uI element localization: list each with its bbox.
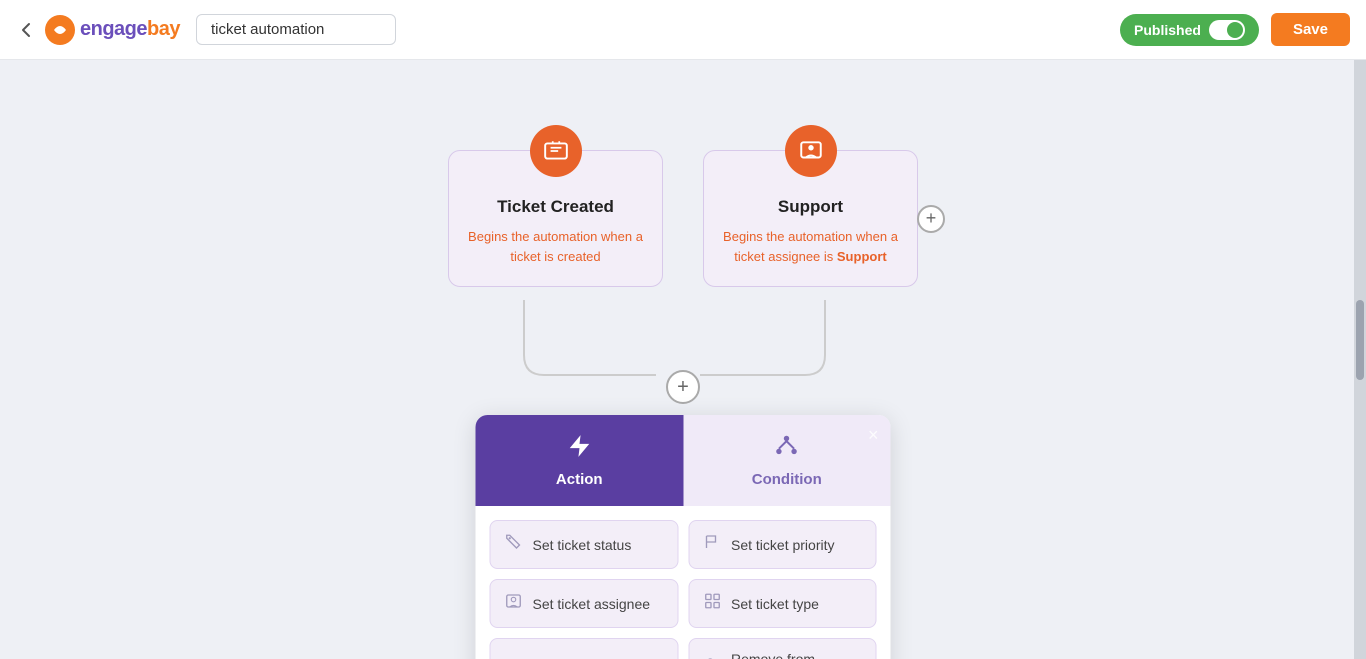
ticket-created-icon-wrap <box>530 125 582 177</box>
header-right: Published Save <box>1120 13 1350 46</box>
action-item-add-to-sequence[interactable]: Add to sequence <box>490 638 679 659</box>
action-item-set-ticket-status-label: Set ticket status <box>533 537 632 553</box>
action-tab-icon <box>566 433 592 465</box>
support-desc: Begins the automation when a ticket assi… <box>720 227 901 266</box>
action-item-set-ticket-type[interactable]: Set ticket type <box>688 579 877 628</box>
add-trigger-button[interactable]: + <box>917 205 945 233</box>
support-desc-bold: Support <box>837 249 887 264</box>
ticket-icon <box>543 138 569 164</box>
ticket-created-desc: Begins the automation when a ticket is c… <box>465 227 646 266</box>
logo-icon <box>44 14 76 46</box>
logo-text: engagebay <box>80 18 180 41</box>
tag-icon <box>505 533 523 556</box>
add-node-button[interactable]: + <box>666 370 700 404</box>
trigger-card-ticket-created[interactable]: Ticket Created Begins the automation whe… <box>448 150 663 287</box>
action-condition-panel: × Action <box>476 415 891 659</box>
toggle-switch[interactable] <box>1209 20 1245 40</box>
condition-tab-icon <box>774 433 800 465</box>
support-icon <box>798 138 824 164</box>
action-item-set-ticket-assignee-label: Set ticket assignee <box>533 596 651 612</box>
grid-icon <box>703 592 721 615</box>
automation-title-input[interactable] <box>196 14 396 45</box>
support-title: Support <box>720 197 901 217</box>
action-tab-label: Action <box>556 471 603 488</box>
condition-tab-label: Condition <box>752 471 822 488</box>
panel-close-button[interactable]: × <box>868 425 879 446</box>
header: engagebay Published Save <box>0 0 1366 60</box>
action-item-remove-from-sequence-label: Remove from sequence <box>731 651 862 659</box>
person-x-icon <box>703 656 721 659</box>
tab-condition[interactable]: Condition <box>683 415 891 506</box>
person-badge-icon <box>505 592 523 615</box>
scrollbar-thumb <box>1356 300 1364 380</box>
published-toggle[interactable]: Published <box>1120 14 1259 46</box>
published-label: Published <box>1134 22 1201 38</box>
trigger-cards-row: Ticket Created Begins the automation whe… <box>0 60 1366 287</box>
toggle-knob <box>1227 22 1243 38</box>
logo: engagebay <box>44 14 180 46</box>
ticket-created-title: Ticket Created <box>465 197 646 217</box>
canvas: Ticket Created Begins the automation whe… <box>0 60 1366 659</box>
envelope-icon <box>505 656 523 659</box>
trigger-card-support[interactable]: Support Begins the automation when a tic… <box>703 150 918 287</box>
action-item-set-ticket-priority[interactable]: Set ticket priority <box>688 520 877 569</box>
action-items-grid: Set ticket status Set ticket priority <box>476 506 891 659</box>
support-icon-wrap <box>785 125 837 177</box>
panel-header: × Action <box>476 415 891 506</box>
back-button[interactable] <box>16 20 36 40</box>
action-item-set-ticket-type-label: Set ticket type <box>731 596 819 612</box>
action-item-set-ticket-assignee[interactable]: Set ticket assignee <box>490 579 679 628</box>
flag-icon <box>703 533 721 556</box>
action-item-remove-from-sequence[interactable]: Remove from sequence <box>688 638 877 659</box>
tab-action[interactable]: Action <box>476 415 684 506</box>
action-item-set-ticket-priority-label: Set ticket priority <box>731 537 834 553</box>
save-button[interactable]: Save <box>1271 13 1350 46</box>
action-item-set-ticket-status[interactable]: Set ticket status <box>490 520 679 569</box>
